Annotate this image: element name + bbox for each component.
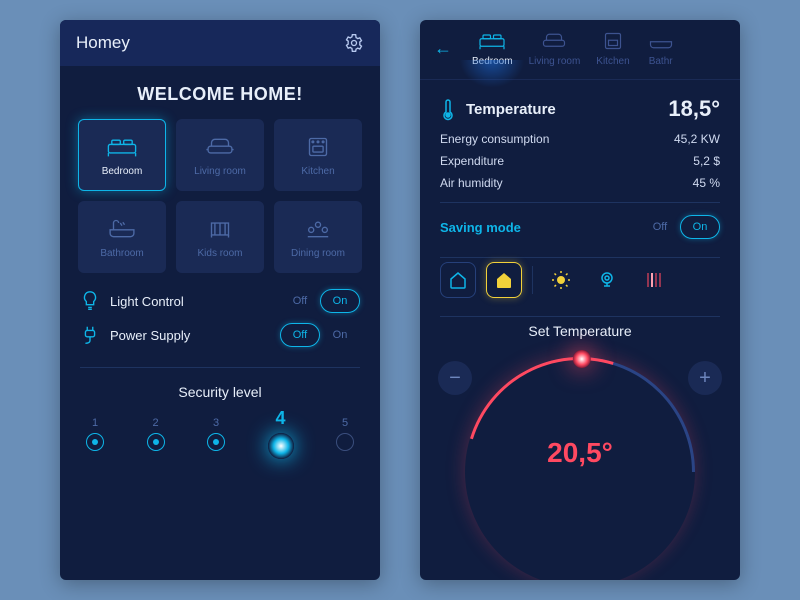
- room-label: Bathroom: [100, 248, 143, 259]
- dining-icon: [301, 216, 335, 242]
- sofa-icon: [203, 134, 237, 160]
- room-card-kitchen[interactable]: Kitchen: [274, 119, 362, 191]
- room-label: Dining room: [291, 248, 345, 259]
- controls: Light Control Off On Power Supply Off On: [60, 273, 380, 363]
- room-label: Kitchen: [301, 166, 334, 177]
- tab-living[interactable]: Living room: [529, 30, 581, 67]
- device-camera[interactable]: [589, 262, 625, 298]
- home-filled-icon: [494, 270, 514, 290]
- device-row: [420, 262, 740, 312]
- room-card-bedroom[interactable]: Bedroom: [78, 119, 166, 191]
- thermometer-icon: [440, 97, 456, 121]
- welcome-heading: WELCOME HOME!: [60, 84, 380, 105]
- room-detail-screen: ← Bedroom Living room Kitchen Bathr Temp…: [420, 20, 740, 580]
- security-title: Security level: [60, 384, 380, 400]
- room-card-living[interactable]: Living room: [176, 119, 264, 191]
- sec-level-5[interactable]: 5: [336, 417, 354, 451]
- room-label: Living room: [194, 166, 246, 177]
- divider: [440, 202, 720, 203]
- camera-icon: [597, 270, 617, 290]
- home-screen: Homey WELCOME HOME! Bedroom Living room …: [60, 20, 380, 580]
- device-home-filled[interactable]: [486, 262, 522, 298]
- topbar: Homey: [60, 20, 380, 66]
- stats-block: Energy consumption45,2 KW Expenditure5,2…: [420, 132, 740, 198]
- tab-kitchen[interactable]: Kitchen: [596, 30, 629, 67]
- sofa-icon: [539, 30, 569, 52]
- sec-level-1[interactable]: 1: [86, 417, 104, 451]
- saving-off[interactable]: Off: [640, 215, 680, 239]
- saving-toggle[interactable]: Off On: [640, 215, 720, 239]
- device-radiator[interactable]: [635, 262, 671, 298]
- divider: [440, 316, 720, 317]
- bed-icon: [105, 134, 139, 160]
- saving-on[interactable]: On: [680, 215, 720, 239]
- divider: [80, 367, 360, 368]
- radiator-icon: [643, 270, 663, 290]
- light-on[interactable]: On: [320, 289, 360, 313]
- oven-icon: [301, 134, 335, 160]
- sec-level-2[interactable]: 2: [147, 417, 165, 451]
- room-label: Kids room: [197, 248, 242, 259]
- tab-bedroom[interactable]: Bedroom: [472, 30, 513, 67]
- saving-mode-label: Saving mode: [440, 220, 521, 235]
- temperature-label: Temperature: [466, 101, 556, 118]
- light-control-row: Light Control Off On: [80, 289, 360, 313]
- increase-button[interactable]: +: [688, 361, 722, 395]
- back-arrow-icon[interactable]: ←: [434, 38, 452, 59]
- room-card-kids[interactable]: Kids room: [176, 201, 264, 273]
- tab-label: Kitchen: [596, 56, 629, 67]
- room-card-dining[interactable]: Dining room: [274, 201, 362, 273]
- saving-mode-row: Saving mode Off On: [420, 207, 740, 253]
- bathtub-icon: [646, 30, 676, 52]
- light-toggle[interactable]: Off On: [280, 289, 360, 313]
- set-temperature-title: Set Temperature: [420, 323, 740, 339]
- tab-bathroom[interactable]: Bathr: [646, 30, 676, 67]
- bed-icon: [477, 30, 507, 52]
- device-home-outline[interactable]: [440, 262, 476, 298]
- room-tabs: ← Bedroom Living room Kitchen Bathr: [420, 20, 740, 80]
- divider: [532, 266, 533, 294]
- crib-icon: [203, 216, 237, 242]
- decrease-button[interactable]: −: [438, 361, 472, 395]
- dial-knob[interactable]: [573, 350, 591, 368]
- app-title: Homey: [76, 33, 130, 53]
- power-supply-row: Power Supply Off On: [80, 323, 360, 347]
- power-on[interactable]: On: [320, 323, 360, 347]
- power-toggle[interactable]: Off On: [280, 323, 360, 347]
- tab-label: Living room: [529, 56, 581, 67]
- stat-humidity: Air humidity45 %: [440, 176, 720, 190]
- temperature-value: 18,5°: [668, 96, 720, 122]
- light-control-label: Light Control: [110, 294, 184, 309]
- sun-icon: [551, 270, 571, 290]
- power-supply-label: Power Supply: [110, 328, 190, 343]
- device-sun[interactable]: [543, 262, 579, 298]
- home-outline-icon: [448, 270, 468, 290]
- sec-level-4[interactable]: 4: [268, 408, 294, 459]
- bathtub-icon: [105, 216, 139, 242]
- room-grid: Bedroom Living room Kitchen Bathroom Kid…: [60, 119, 380, 273]
- room-label: Bedroom: [102, 166, 143, 177]
- stat-expenditure: Expenditure5,2 $: [440, 154, 720, 168]
- stat-energy: Energy consumption45,2 KW: [440, 132, 720, 146]
- power-off[interactable]: Off: [280, 323, 320, 347]
- set-temperature-value: 20,5°: [547, 437, 613, 469]
- plug-icon: [80, 324, 100, 346]
- security-row: 1 2 3 4 5: [60, 408, 380, 475]
- sec-level-3[interactable]: 3: [207, 417, 225, 451]
- divider: [440, 257, 720, 258]
- tab-label: Bathr: [649, 56, 673, 67]
- room-card-bathroom[interactable]: Bathroom: [78, 201, 166, 273]
- tab-label: Bedroom: [472, 56, 513, 67]
- light-off[interactable]: Off: [280, 289, 320, 313]
- gear-icon[interactable]: [344, 33, 364, 53]
- temperature-dial[interactable]: − + 20,5°: [420, 347, 740, 477]
- oven-icon: [598, 30, 628, 52]
- bulb-icon: [80, 290, 100, 312]
